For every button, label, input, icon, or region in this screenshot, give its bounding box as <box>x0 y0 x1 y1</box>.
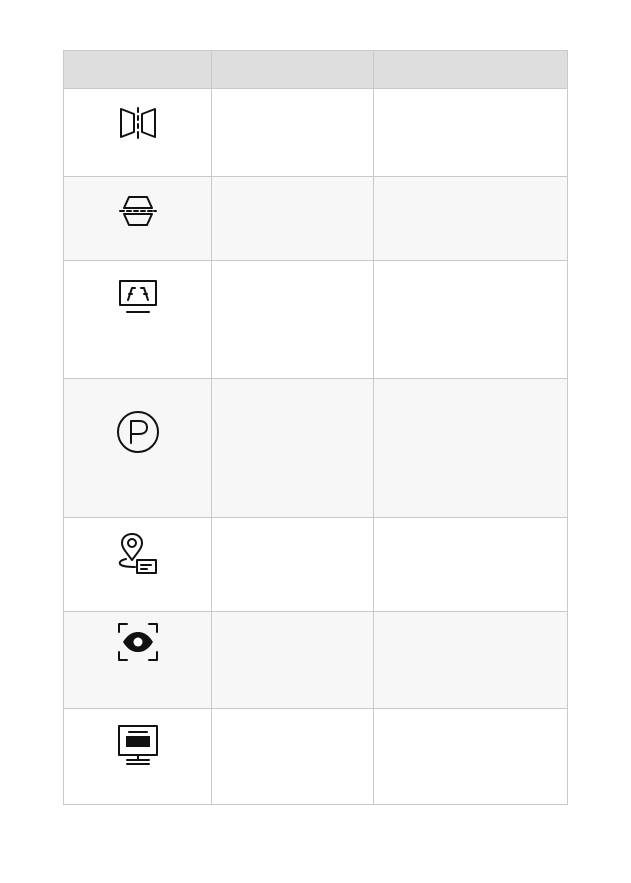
table-row <box>63 708 568 805</box>
icon-cell <box>63 517 212 612</box>
icon-cell <box>63 260 212 379</box>
icon-cell <box>63 708 212 805</box>
feature-description-cell <box>373 260 568 379</box>
feature-description-cell <box>373 708 568 805</box>
parking-p-icon <box>116 411 159 453</box>
eye-scan-icon <box>117 623 158 661</box>
location-message-icon <box>118 533 157 574</box>
feature-table <box>63 50 568 805</box>
table-row <box>63 517 568 612</box>
feature-name-cell <box>211 260 374 379</box>
header-name-column <box>211 50 374 89</box>
table-row <box>63 176 568 261</box>
table-row <box>63 378 568 518</box>
mirror-fold-icon <box>119 107 156 139</box>
feature-description-cell <box>373 176 568 261</box>
feature-name-cell <box>211 88 374 177</box>
table-row <box>63 88 568 177</box>
header-icon-column <box>63 50 212 89</box>
feature-description-cell <box>373 611 568 709</box>
feature-description-cell <box>373 88 568 177</box>
table-header-row <box>63 50 568 89</box>
header-description-column <box>373 50 568 89</box>
screen-display-icon <box>117 725 158 765</box>
lane-display-icon <box>118 280 157 313</box>
feature-description-cell <box>373 378 568 518</box>
feature-name-cell <box>211 517 374 612</box>
feature-description-cell <box>373 517 568 612</box>
feature-name-cell <box>211 708 374 805</box>
feature-name-cell <box>211 176 374 261</box>
table-row <box>63 260 568 379</box>
feature-name-cell <box>211 611 374 709</box>
icon-cell <box>63 176 212 261</box>
icon-cell <box>63 611 212 709</box>
feature-name-cell <box>211 378 374 518</box>
icon-cell <box>63 378 212 518</box>
icon-cell <box>63 88 212 177</box>
table-row <box>63 611 568 709</box>
split-trapezoid-icon <box>118 196 157 226</box>
